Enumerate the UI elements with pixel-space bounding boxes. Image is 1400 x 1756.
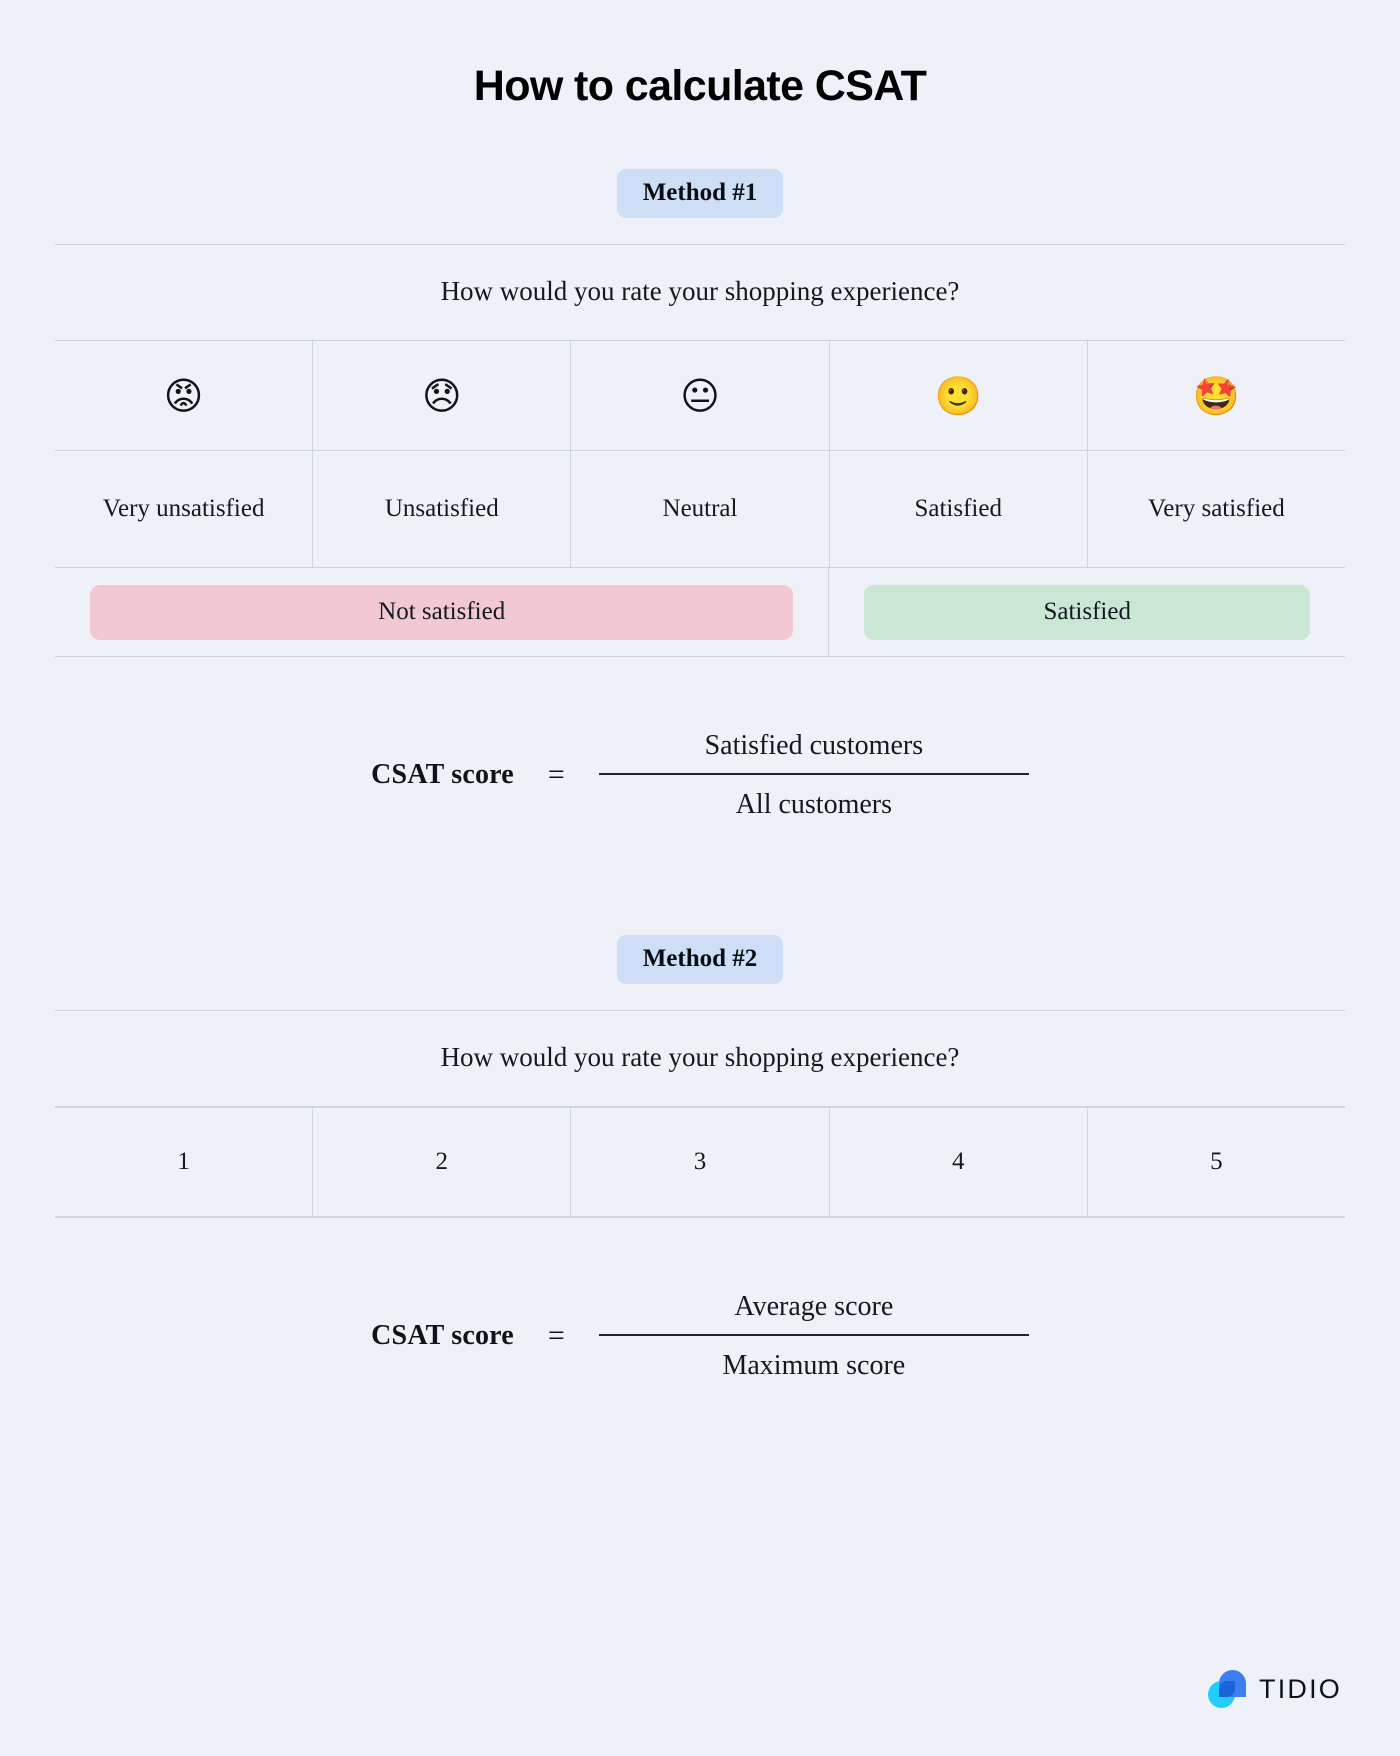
method-2-numerator: Average score — [734, 1291, 894, 1323]
method-2-question: How would you rate your shopping experie… — [55, 1011, 1345, 1108]
rating-option-4[interactable]: 🙂 — [830, 341, 1088, 450]
not-satisfied-group: Not satisfied — [55, 568, 830, 656]
method-2-formula-equals: = — [547, 1319, 565, 1353]
rating-option-5[interactable]: 🤩 — [1088, 341, 1345, 450]
page-title: How to calculate CSAT — [473, 62, 927, 110]
satisfied-pill: Satisfied — [864, 584, 1310, 640]
method-1-group-row: Not satisfied Satisfied — [55, 567, 1345, 656]
method-2-denominator: Maximum score — [722, 1349, 906, 1381]
method-1-emoji-row: 😡 😞 😐 🙂 🤩 — [55, 341, 1345, 450]
logo-overlap-shape — [1219, 1681, 1235, 1697]
tidio-wordmark: TIDIO — [1259, 1673, 1342, 1704]
rating-option-3[interactable]: 😐 — [571, 341, 830, 450]
pouting-face-emoji: 😡 — [163, 373, 204, 418]
star-struck-face-emoji: 🤩 — [1192, 373, 1241, 418]
method-1-numerator: Satisfied customers — [704, 730, 924, 761]
method-1-formula-equals: = — [547, 758, 565, 792]
method-1-badge-row: Method #1 — [55, 169, 1345, 218]
rating-label-4: Satisfied — [830, 451, 1088, 567]
method-2-badge: Method #2 — [616, 935, 784, 985]
method-1-badge: Method #1 — [616, 169, 784, 218]
tidio-logo: TIDIO — [1208, 1670, 1342, 1708]
scale-option-3[interactable]: 3 — [571, 1108, 830, 1217]
satisfied-group: Satisfied — [829, 568, 1345, 656]
method-2-fraction: Average score Maximum score — [598, 1290, 1029, 1382]
method-1-label-row: Very unsatisfied Unsatisfied Neutral Sat… — [55, 450, 1345, 567]
method-1-denominator: All customers — [735, 788, 892, 820]
not-satisfied-pill: Not satisfied — [90, 584, 794, 640]
scale-option-1[interactable]: 1 — [55, 1108, 314, 1217]
method-2-badge-row: Method #2 — [55, 935, 1345, 985]
neutral-face-emoji: 😐 — [680, 373, 720, 418]
scale-option-2[interactable]: 2 — [313, 1108, 572, 1217]
method-2-formula: CSAT score = Average score Maximum score — [55, 1290, 1345, 1382]
infographic-page: How to calculate CSAT Method #1 How woul… — [0, 0, 1400, 1756]
rating-label-1: Very unsatisfied — [55, 451, 314, 567]
rating-label-2: Unsatisfied — [313, 451, 572, 567]
disappointed-face-emoji: 😞 — [421, 373, 462, 418]
method-1-formula-label: CSAT score — [371, 759, 514, 791]
method-1-survey-card: How would you rate your shopping experie… — [55, 244, 1345, 657]
rating-option-1[interactable]: 😡 — [55, 341, 314, 450]
method-2-survey-card: How would you rate your shopping experie… — [55, 1010, 1345, 1219]
method-1-fraction: Satisfied customers All customers — [598, 729, 1029, 821]
method-2-formula-label: CSAT score — [371, 1320, 514, 1352]
scale-option-4[interactable]: 4 — [830, 1108, 1088, 1217]
scale-option-5[interactable]: 5 — [1088, 1108, 1345, 1216]
rating-label-5: Very satisfied — [1148, 495, 1285, 523]
method-1-question: How would you rate your shopping experie… — [55, 245, 1345, 341]
slightly-smiling-face-emoji: 🙂 — [934, 373, 982, 418]
rating-label-3: Neutral — [571, 451, 830, 567]
tidio-logo-icon — [1208, 1670, 1246, 1708]
method-1-formula: CSAT score = Satisfied customers All cus… — [55, 729, 1345, 821]
method-2-scale-row: 1 2 3 4 5 — [55, 1107, 1345, 1218]
rating-option-2[interactable]: 😞 — [313, 341, 572, 450]
